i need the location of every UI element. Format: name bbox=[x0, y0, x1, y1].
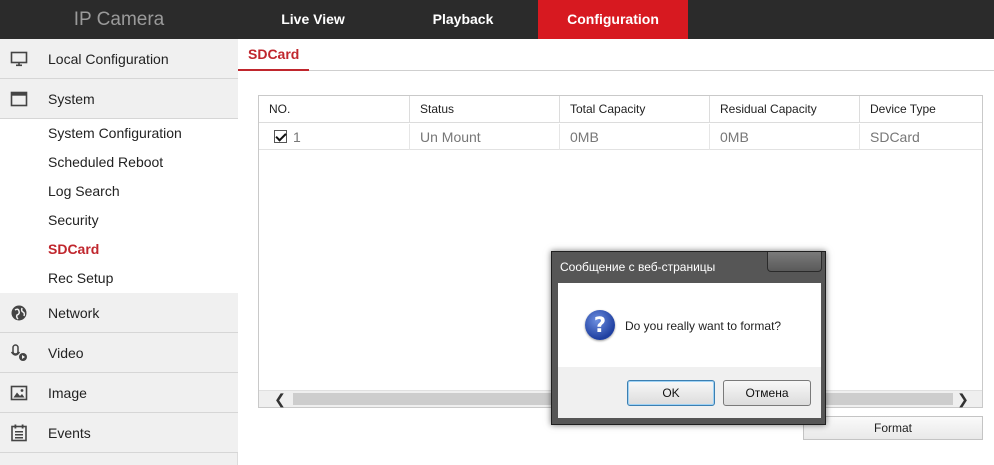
tab-live-view[interactable]: Live View bbox=[238, 0, 388, 39]
sidebar-item-network[interactable]: Network bbox=[0, 293, 238, 333]
dialog-body: ? Do you really want to format? OK Отмен… bbox=[558, 283, 821, 418]
sidebar-item-system[interactable]: System bbox=[0, 79, 238, 119]
dialog-message-area: ? Do you really want to format? bbox=[558, 283, 821, 367]
cancel-button[interactable]: Отмена bbox=[723, 380, 811, 406]
cell-no: 1 bbox=[259, 124, 409, 150]
cell-device-type: SDCard bbox=[859, 124, 982, 150]
sidebar-item-local-configuration[interactable]: Local Configuration bbox=[0, 39, 238, 79]
cell-residual-capacity: 0MB bbox=[709, 124, 859, 150]
content-tab-bar: SDCard bbox=[238, 39, 994, 71]
question-icon: ? bbox=[585, 310, 615, 340]
sidebar-item-events[interactable]: Events bbox=[0, 413, 238, 453]
tab-configuration[interactable]: Configuration bbox=[538, 0, 688, 39]
table-row[interactable]: 1 Un Mount 0MB 0MB SDCard bbox=[259, 124, 982, 150]
image-icon bbox=[10, 385, 28, 401]
row-number: 1 bbox=[293, 129, 301, 145]
microphone-video-icon bbox=[10, 344, 27, 361]
table-header: NO. Status Total Capacity Residual Capac… bbox=[259, 96, 982, 123]
sidebar-item-label: Network bbox=[48, 305, 100, 321]
submenu-item-system-configuration[interactable]: System Configuration bbox=[0, 119, 238, 148]
scroll-right-icon[interactable]: ❯ bbox=[952, 391, 974, 408]
dialog-message: Do you really want to format? bbox=[625, 319, 782, 333]
calendar-list-icon bbox=[11, 424, 27, 442]
confirm-dialog: Сообщение с веб-страницы ? Do you really… bbox=[551, 251, 826, 425]
sidebar-item-label: Video bbox=[48, 345, 84, 361]
column-header-total-capacity: Total Capacity bbox=[559, 96, 709, 123]
sidebar-item-label: Image bbox=[48, 385, 87, 401]
ok-button[interactable]: OK bbox=[627, 380, 715, 406]
brand-title: IP Camera bbox=[73, 9, 165, 30]
top-bar: IP Camera Live View Playback Configurati… bbox=[0, 0, 994, 39]
globe-icon bbox=[11, 305, 27, 321]
submenu-item-rec-setup[interactable]: Rec Setup bbox=[0, 264, 238, 293]
cell-status: Un Mount bbox=[409, 124, 559, 150]
sidebar: Local Configuration System System Config… bbox=[0, 39, 238, 465]
column-header-residual-capacity: Residual Capacity bbox=[709, 96, 859, 123]
tab-playback[interactable]: Playback bbox=[388, 0, 538, 39]
dialog-button-bar: OK Отмена bbox=[558, 367, 821, 418]
sidebar-item-image[interactable]: Image bbox=[0, 373, 238, 413]
system-submenu: System Configuration Scheduled Reboot Lo… bbox=[0, 119, 238, 293]
submenu-item-scheduled-reboot[interactable]: Scheduled Reboot bbox=[0, 148, 238, 177]
dialog-title: Сообщение с веб-страницы bbox=[560, 260, 716, 274]
format-button[interactable]: Format bbox=[803, 416, 983, 440]
dialog-close-button[interactable] bbox=[767, 252, 822, 272]
sidebar-item-label: Local Configuration bbox=[48, 51, 169, 67]
row-checkbox[interactable] bbox=[274, 130, 287, 143]
tab-sdcard[interactable]: SDCard bbox=[238, 39, 310, 71]
submenu-item-sdcard[interactable]: SDCard bbox=[0, 235, 238, 264]
column-header-status: Status bbox=[409, 96, 559, 123]
scroll-left-icon[interactable]: ❮ bbox=[269, 391, 291, 408]
sidebar-item-video[interactable]: Video bbox=[0, 333, 238, 373]
sidebar-item-label: System bbox=[48, 91, 95, 107]
window-icon bbox=[10, 91, 28, 107]
submenu-item-log-search[interactable]: Log Search bbox=[0, 177, 238, 206]
monitor-icon bbox=[10, 51, 28, 67]
cell-total-capacity: 0MB bbox=[559, 124, 709, 150]
column-header-no: NO. bbox=[269, 102, 291, 116]
sidebar-item-label: Events bbox=[48, 425, 91, 441]
column-header-device-type: Device Type bbox=[859, 96, 982, 123]
submenu-item-security[interactable]: Security bbox=[0, 206, 238, 235]
